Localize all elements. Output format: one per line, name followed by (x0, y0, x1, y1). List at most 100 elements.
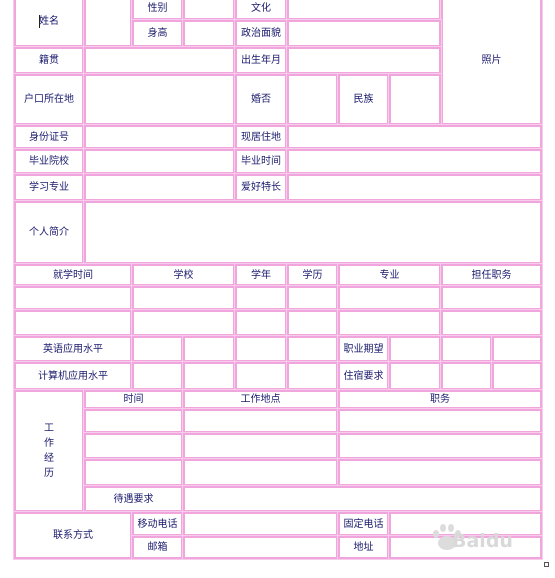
address-label-cell: 地址 (337, 535, 390, 560)
school-value-cell[interactable] (83, 148, 236, 175)
mobile-label: 移动电话 (137, 518, 178, 530)
work-header-time-label: 时间 (123, 394, 144, 405)
email-value-cell[interactable] (182, 535, 339, 560)
edu-header-time: 就学时间 (13, 263, 133, 287)
work-row-2-place[interactable] (182, 432, 339, 460)
edu-row-2-position[interactable] (440, 309, 543, 337)
work-row-1-place[interactable] (182, 408, 339, 434)
work-row-1-time[interactable] (83, 408, 184, 434)
native-place-value-cell[interactable] (83, 46, 236, 75)
email-label: 邮箱 (147, 542, 168, 553)
edu-row-1-degree[interactable] (286, 285, 339, 311)
major-label: 学习专业 (29, 182, 69, 193)
grad-time-value-cell[interactable] (286, 148, 543, 175)
computer-label: 计算机应用水平 (38, 370, 108, 382)
work-row-3-place[interactable] (182, 458, 339, 487)
name-value-cell[interactable] (83, 0, 133, 48)
edu-row-2-time[interactable] (13, 309, 133, 337)
hobby-value-cell[interactable] (286, 173, 543, 202)
gender-label-cell: 性别 (131, 0, 184, 21)
edu-row-2-year[interactable] (234, 309, 288, 337)
landline-label-cell: 固定电话 (337, 511, 390, 537)
housing-value-3[interactable] (491, 361, 543, 391)
id-value-cell[interactable] (83, 124, 236, 150)
residence-label: 现居住地 (241, 131, 281, 143)
major-value-cell[interactable] (83, 173, 236, 202)
ethnicity-label: 民族 (353, 94, 374, 105)
text-cursor (39, 15, 40, 28)
hukou-label: 户口所在地 (24, 94, 74, 105)
culture-label-cell: 文化 (234, 0, 288, 21)
height-value-cell[interactable] (182, 19, 236, 48)
edu-header-degree: 学历 (286, 263, 339, 287)
salary-label-cell: 待遇要求 (83, 485, 184, 513)
salary-value-cell[interactable] (182, 485, 543, 513)
marriage-value-cell[interactable] (286, 73, 339, 126)
job-expect-value-1[interactable] (388, 335, 442, 363)
english-label: 英语应用水平 (43, 343, 103, 355)
edu-row-1-major[interactable] (337, 285, 442, 311)
housing-value-1[interactable] (388, 361, 442, 391)
edu-header-time-label: 就学时间 (53, 269, 93, 281)
edu-row-2-school[interactable] (131, 309, 236, 337)
work-header-position: 职务 (337, 389, 543, 410)
computer-value-3[interactable] (234, 361, 288, 391)
job-expect-value-2[interactable] (440, 335, 493, 363)
housing-value-2[interactable] (440, 361, 493, 391)
hukou-value-cell[interactable] (83, 73, 236, 126)
intro-value-cell[interactable] (83, 200, 543, 265)
grad-time-label: 毕业时间 (241, 156, 281, 167)
name-label-cell: 姓名 (13, 0, 85, 48)
ethnicity-value-cell[interactable] (388, 73, 442, 126)
intro-label: 个人简介 (29, 227, 69, 238)
corner-marker (544, 562, 549, 567)
computer-value-2[interactable] (182, 361, 236, 391)
english-value-1[interactable] (131, 335, 184, 363)
contact-label: 联系方式 (53, 530, 93, 541)
school-label: 毕业院校 (29, 156, 69, 167)
english-value-4[interactable] (286, 335, 339, 363)
politics-value-cell[interactable] (286, 19, 442, 48)
email-label-cell: 邮箱 (131, 535, 184, 560)
work-label: 工作经历 (44, 423, 54, 479)
computer-value-4[interactable] (286, 361, 339, 391)
work-row-1-position[interactable] (337, 408, 543, 434)
height-label-cell: 身高 (131, 19, 184, 48)
work-header-place-label: 工作地点 (240, 394, 281, 405)
computer-value-1[interactable] (131, 361, 184, 391)
english-value-2[interactable] (182, 335, 236, 363)
hobby-label: 爱好特长 (241, 182, 281, 193)
culture-value-cell[interactable] (286, 0, 442, 21)
mobile-value-cell[interactable] (182, 511, 339, 537)
gender-label: 性别 (147, 2, 168, 14)
major-label-cell: 学习专业 (13, 173, 85, 202)
edu-row-1-year[interactable] (234, 285, 288, 311)
salary-label: 待遇要求 (113, 493, 154, 505)
photo-cell[interactable]: 照片 (440, 0, 543, 126)
english-value-3[interactable] (234, 335, 288, 363)
housing-label-cell: 住宿要求 (337, 361, 390, 391)
edu-row-1-time[interactable] (13, 285, 133, 311)
intro-label-cell: 个人简介 (13, 200, 85, 265)
id-label: 身份证号 (29, 131, 69, 143)
birth-value-cell[interactable] (286, 46, 442, 75)
work-row-2-time[interactable] (83, 432, 184, 460)
politics-label-cell: 政治面貌 (234, 19, 288, 48)
edu-row-1-position[interactable] (440, 285, 543, 311)
edu-row-2-major[interactable] (337, 309, 442, 337)
computer-label-cell: 计算机应用水平 (13, 361, 133, 391)
work-header-position-label: 职务 (430, 394, 450, 405)
edu-header-position: 担任职务 (440, 263, 543, 287)
work-row-3-time[interactable] (83, 458, 184, 487)
edu-row-1-school[interactable] (131, 285, 236, 311)
edu-row-2-degree[interactable] (286, 309, 339, 337)
edu-header-school-label: 学校 (173, 269, 194, 281)
edu-header-position-label: 担任职务 (471, 269, 512, 281)
work-row-3-position[interactable] (337, 458, 543, 487)
gender-value-cell[interactable] (182, 0, 236, 21)
work-row-2-position[interactable] (337, 432, 543, 460)
residence-value-cell[interactable] (286, 124, 543, 150)
hukou-label-cell: 户口所在地 (13, 73, 85, 126)
birth-label-cell: 出生年月 (234, 46, 288, 75)
job-expect-value-3[interactable] (491, 335, 543, 363)
